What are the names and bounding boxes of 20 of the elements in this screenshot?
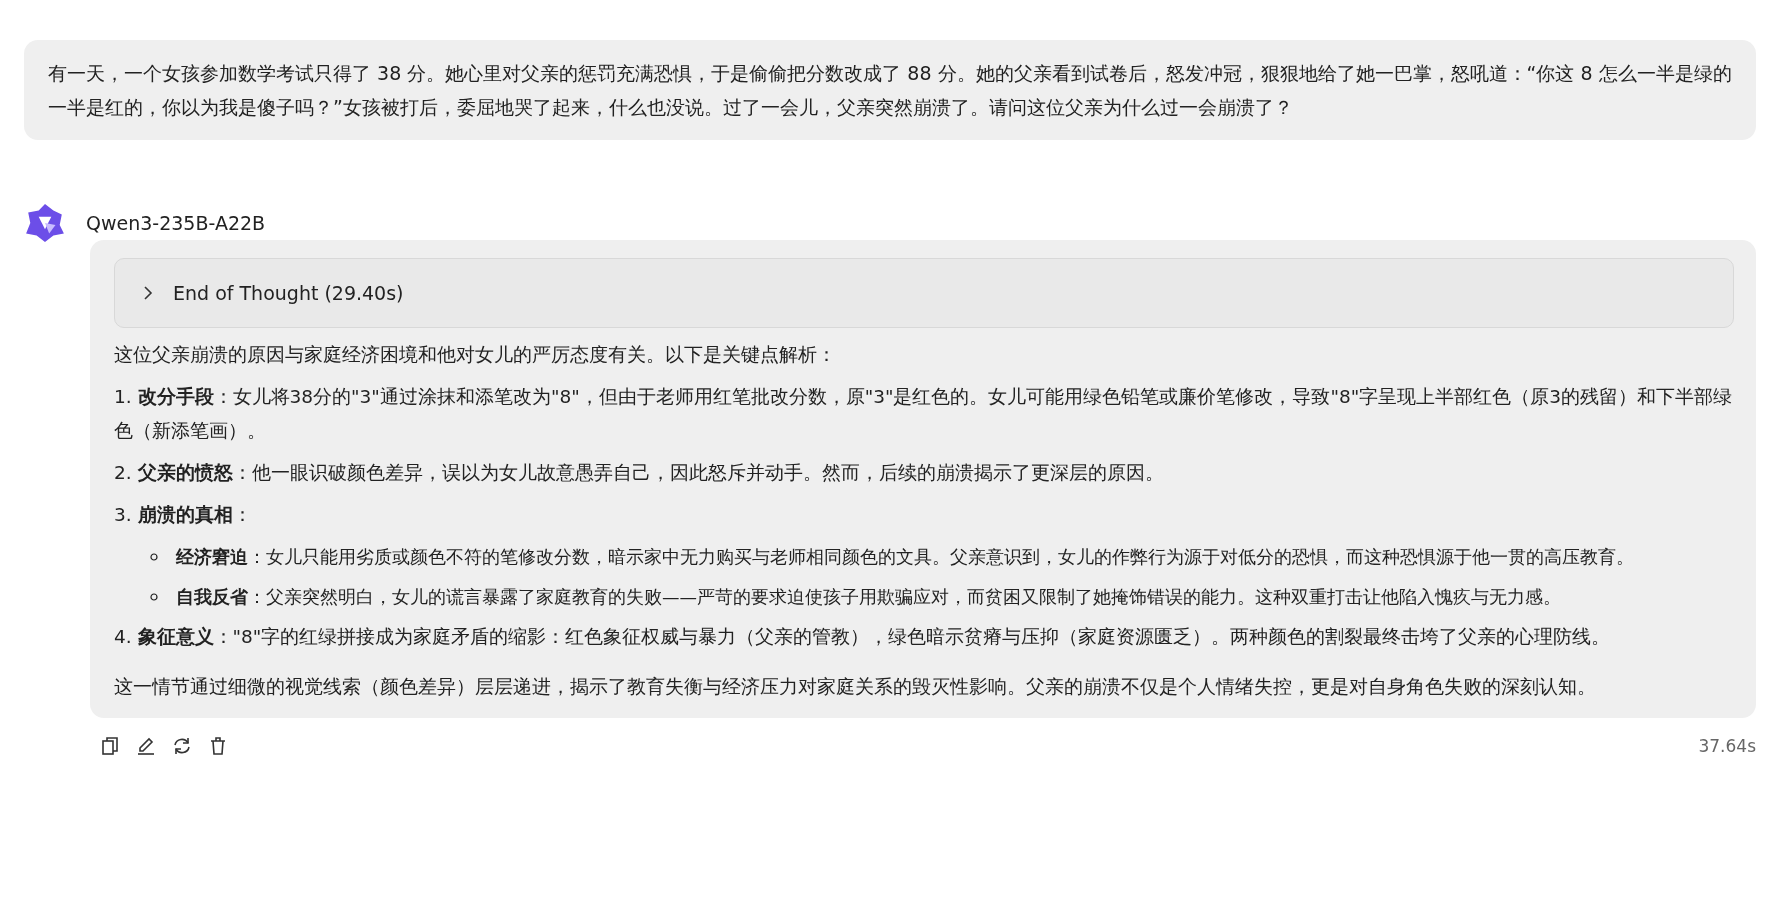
sub-list-item: 经济窘迫：女儿只能用劣质或颜色不符的笔修改分数，暗示家中无力购买与老师相同颜色的文具。父亲意识到，女儿的作弊行为源于对低分的恐惧，而这种恐惧源于他一贯的高压教育。 xyxy=(176,546,1634,569)
sub-list-item: 自我反省：父亲突然明白，女儿的谎言暴露了家庭教育的失败——严苛的要求迫使孩子用欺骗应对，而贫困又限制了她掩饰错误的能力。这种双重打击让他陷入愧疚与无力感。 xyxy=(176,586,1561,609)
copy-icon[interactable] xyxy=(100,736,120,756)
thought-toggle[interactable]: End of Thought (29.40s) xyxy=(114,258,1734,328)
answer-paragraph: 这一情节通过细微的视觉线索（颜色差异）层层递进，揭示了教育失衡与经济压力对家庭关系的毁灭性影响。父亲的崩溃不仅是个人情绪失控，更是对自身角色失败的深刻认知。 xyxy=(114,675,1597,699)
star-logo-icon xyxy=(24,202,66,244)
bullet-icon xyxy=(150,553,158,561)
bullet-icon xyxy=(150,593,158,601)
refresh-icon[interactable] xyxy=(172,736,192,756)
user-message: 有一天，一个女孩参加数学考试只得了 38 分。她心里对父亲的惩罚充满恐惧，于是偷偷把分数改成了 88 分。她的父亲看到试卷后，怒发冲冠，狠狠地给了她一巴掌，怒吼道：“你这 8 怎么一半是绿的一半是红的，你以为我是傻子吗？”女孩被打后，委屈地哭了起来，什么也没说。过了一会儿，父亲突然崩溃了。请问这位父亲为什么过一会崩溃了？ xyxy=(24,40,1756,140)
answer-paragraph: 这位父亲崩溃的原因与家庭经济困境和他对女儿的严厉态度有关。以下是关键点解析： xyxy=(114,343,837,367)
list-item: 3. 崩溃的真相： xyxy=(114,503,253,527)
trash-icon[interactable] xyxy=(208,736,228,756)
edit-icon[interactable] xyxy=(136,736,156,756)
list-item: 1. 改分手段：女儿将38分的"3"通过涂抹和添笔改为"8"，但由于老师用红笔批改分数，原"3"是红色的。女儿可能用绿色铅笔或廉价笔修改，导致"8"字呈现上半部红色（原3的残留）和下半部绿色（新添笔画）。 xyxy=(114,385,1733,443)
model-name: Qwen3-235B-A22B xyxy=(86,212,266,234)
list-item: 4. 象征意义："8"字的红绿拼接成为家庭矛盾的缩影：红色象征权威与暴力（父亲的管教），绿色暗示贫瘠与压抑（家庭资源匮乏）。两种颜色的割裂最终击垮了父亲的心理防线。 xyxy=(114,625,1612,649)
elapsed-time: 37.64s xyxy=(1698,736,1756,756)
chevron-icon xyxy=(143,286,153,300)
list-item: 2. 父亲的愤怒：他一眼识破颜色差异，误以为女儿故意愚弄自己，因此怒斥并动手。然而，后续的崩溃揭示了更深层的原因。 xyxy=(114,461,1165,485)
